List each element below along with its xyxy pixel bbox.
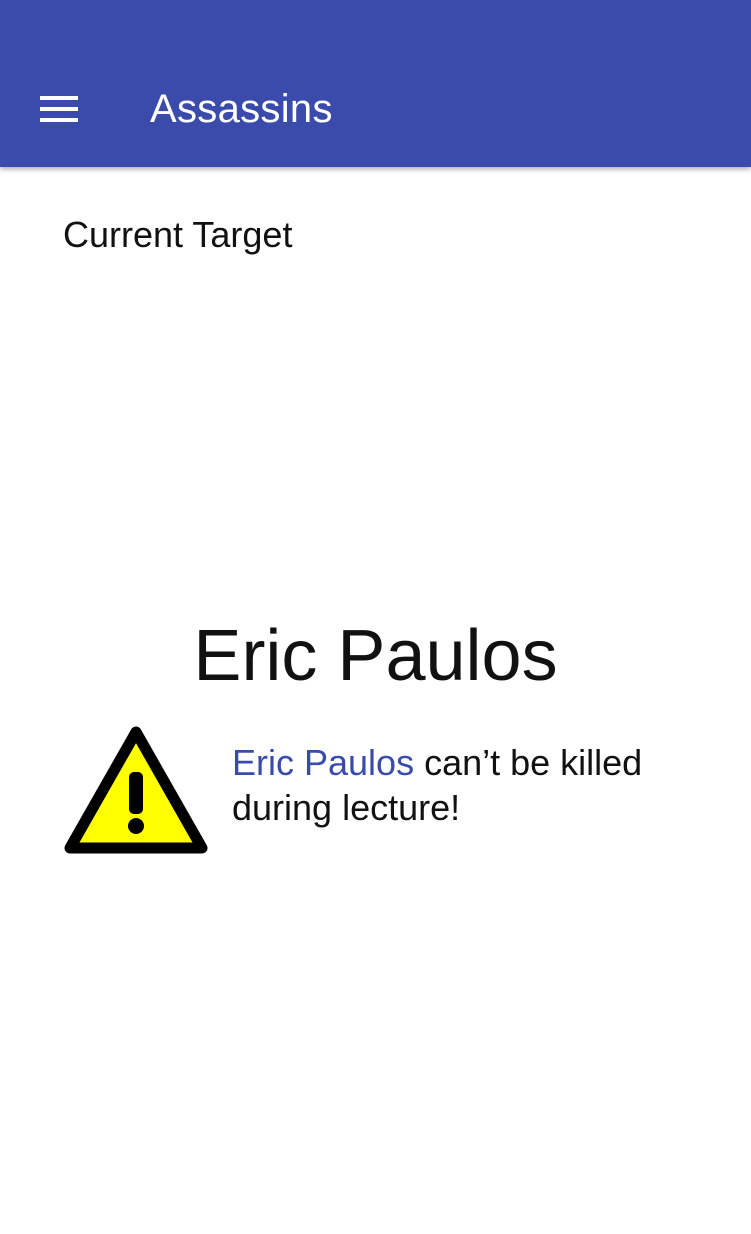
app-title: Assassins	[150, 87, 333, 131]
section-label: Current Target	[63, 214, 293, 255]
menu-button[interactable]	[28, 82, 88, 136]
target-name-link[interactable]: Eric Paulos	[232, 742, 414, 783]
target-name: Eric Paulos	[193, 616, 558, 696]
app-screen: Assassins Current Target Eric Paulos Eri…	[0, 0, 751, 1234]
warning-message: Eric Paulos can’t be killed during lectu…	[232, 740, 702, 830]
warning-triangle-icon	[64, 726, 208, 856]
app-bar: Assassins	[0, 0, 751, 167]
